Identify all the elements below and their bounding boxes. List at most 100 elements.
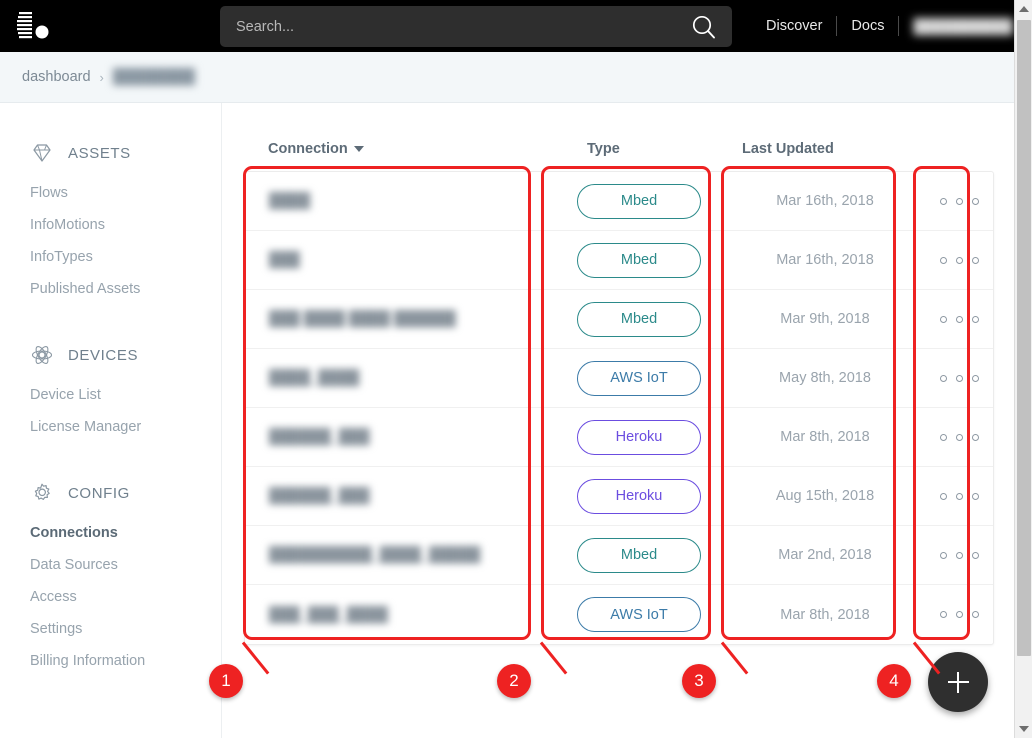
row-actions-menu[interactable] <box>925 492 993 500</box>
three-dots-icon <box>939 492 947 500</box>
table-row[interactable]: ████_████ AWS IoT May 8th, 2018 <box>245 349 993 408</box>
search-button[interactable] <box>676 6 732 47</box>
column-header-type: Type <box>587 141 620 157</box>
main-content: Connection Type Last Updated ████ Mbed Mar… <box>222 103 1014 738</box>
sidebar-item-device-list[interactable]: Device List <box>0 379 221 411</box>
sidebar-group-label-config: CONFIG <box>68 484 130 502</box>
triangle-up-icon <box>1019 6 1029 12</box>
browser-scrollbar[interactable] <box>1014 0 1032 738</box>
sidebar-item-settings[interactable]: Settings <box>0 613 221 645</box>
breadcrumb: dashboard › ████████ <box>0 52 1014 103</box>
scrollbar-up-button[interactable] <box>1015 0 1032 18</box>
type-badge[interactable]: Heroku <box>577 478 701 514</box>
sidebar-item-flows[interactable]: Flows <box>0 177 221 209</box>
type-badge[interactable]: AWS IoT <box>577 360 701 396</box>
table-row[interactable]: ███ ████ ████ ██████ Mbed Mar 9th, 2018 <box>245 290 993 349</box>
sidebar-item-published-assets[interactable]: Published Assets <box>0 273 221 305</box>
last-updated-date: Mar 8th, 2018 <box>780 606 870 623</box>
table-header-row: Connection Type Last Updated <box>222 141 1014 171</box>
column-header-connection[interactable]: Connection <box>268 141 364 157</box>
row-actions-menu[interactable] <box>925 433 993 441</box>
spacer-config <box>0 443 221 477</box>
row-actions-menu[interactable] <box>925 611 993 618</box>
sidebar-item-infomotions[interactable]: InfoMotions <box>0 209 221 241</box>
type-badge[interactable]: Mbed <box>577 301 701 337</box>
table-row[interactable]: ███_███_████ AWS IoT Mar 8th, 2018 <box>245 585 993 644</box>
row-actions-menu[interactable] <box>925 315 993 323</box>
sidebar: ASSETS Flows InfoMotions InfoTypes Publi… <box>0 103 222 738</box>
table-row[interactable]: ██████_███ Heroku Mar 8th, 2018 <box>245 408 993 467</box>
sidebar-group-config: CONFIG <box>0 477 221 509</box>
connection-type-cell: Heroku <box>553 419 725 455</box>
sidebar-group-assets: ASSETS <box>0 137 221 169</box>
annotation-marker-3: 3 <box>682 664 716 698</box>
last-updated-date: Mar 16th, 2018 <box>776 193 874 209</box>
connections-table: ████ Mbed Mar 16th, 2018 ███ Mbed Mar 16th, 2… <box>244 171 994 645</box>
breadcrumb-item-dashboard[interactable]: dashboard <box>22 69 91 85</box>
row-actions-menu[interactable] <box>925 256 993 264</box>
three-dots-icon <box>971 611 979 618</box>
three-dots-icon <box>971 551 979 559</box>
three-dots-icon <box>971 256 979 264</box>
three-dots-icon <box>939 374 947 382</box>
spacer-devices-items <box>0 371 221 379</box>
type-badge[interactable]: Mbed <box>577 183 701 219</box>
three-dots-icon <box>971 492 979 500</box>
spacer-assets <box>0 169 221 177</box>
add-connection-fab[interactable] <box>928 652 988 712</box>
column-header-last-updated: Last Updated <box>742 141 834 157</box>
connection-type-cell: Mbed <box>553 183 725 219</box>
three-dots-icon <box>939 256 947 264</box>
user-account-menu[interactable]: ██████████ <box>899 18 1032 34</box>
gear-icon <box>34 483 50 500</box>
nav-link-docs[interactable]: Docs <box>837 18 898 34</box>
sidebar-item-license-manager[interactable]: License Manager <box>0 411 221 443</box>
user-name-label: ██████████ <box>913 18 1013 34</box>
three-dots-icon <box>955 433 963 441</box>
type-badge[interactable]: Heroku <box>577 419 701 455</box>
three-dots-icon <box>939 315 947 323</box>
row-actions-menu[interactable] <box>925 551 993 559</box>
three-dots-icon <box>955 374 963 382</box>
type-badge[interactable]: AWS IoT <box>577 597 701 632</box>
sidebar-item-connections[interactable]: Connections <box>0 517 221 549</box>
app-logo[interactable] <box>0 0 72 52</box>
table-row[interactable]: ████ Mbed Mar 16th, 2018 <box>245 172 993 231</box>
table-row[interactable]: ███ Mbed Mar 16th, 2018 <box>245 231 993 290</box>
annotation-marker-4: 4 <box>877 664 911 698</box>
type-badge[interactable]: Mbed <box>577 537 701 573</box>
breadcrumb-item-current[interactable]: ████████ <box>113 69 195 85</box>
search-input[interactable] <box>220 18 676 35</box>
table-row[interactable]: ██████████_████_█████ Mbed Mar 2nd, 2018 <box>245 526 993 585</box>
sidebar-item-infotypes[interactable]: InfoTypes <box>0 241 221 273</box>
connection-name: ██████_███ <box>269 488 370 504</box>
connection-name: ███ <box>269 252 300 268</box>
row-actions-menu[interactable] <box>925 374 993 382</box>
scrollbar-down-button[interactable] <box>1015 720 1032 738</box>
three-dots-icon <box>939 551 947 559</box>
connection-name: ███_███_████ <box>269 606 388 623</box>
connection-type-cell: Mbed <box>553 301 725 337</box>
three-dots-icon <box>955 551 963 559</box>
three-dots-icon <box>955 197 963 205</box>
connection-name: ███ ████ ████ ██████ <box>269 311 456 327</box>
last-updated-date: May 8th, 2018 <box>779 370 871 386</box>
sidebar-item-access[interactable]: Access <box>0 581 221 613</box>
type-badge[interactable]: Mbed <box>577 242 701 278</box>
last-updated-date: Mar 8th, 2018 <box>780 429 870 445</box>
spacer-config-items <box>0 509 221 517</box>
sidebar-item-billing-information[interactable]: Billing Information <box>0 645 221 677</box>
breadcrumb-separator: › <box>99 69 104 85</box>
row-actions-menu[interactable] <box>925 197 993 205</box>
app-root: Discover Docs ██████████ dashboard › ███… <box>0 0 1032 738</box>
diamond-icon <box>33 144 51 162</box>
table-row[interactable]: ██████_███ Heroku Aug 15th, 2018 <box>245 467 993 526</box>
three-dots-icon <box>955 492 963 500</box>
connection-name: ████_████ <box>269 370 360 386</box>
connection-type-cell: AWS IoT <box>553 597 725 632</box>
scrollbar-thumb[interactable] <box>1017 20 1031 656</box>
three-dots-icon <box>955 315 963 323</box>
sidebar-item-data-sources[interactable]: Data Sources <box>0 549 221 581</box>
nav-link-discover[interactable]: Discover <box>752 18 836 34</box>
search-bar[interactable] <box>220 6 732 47</box>
